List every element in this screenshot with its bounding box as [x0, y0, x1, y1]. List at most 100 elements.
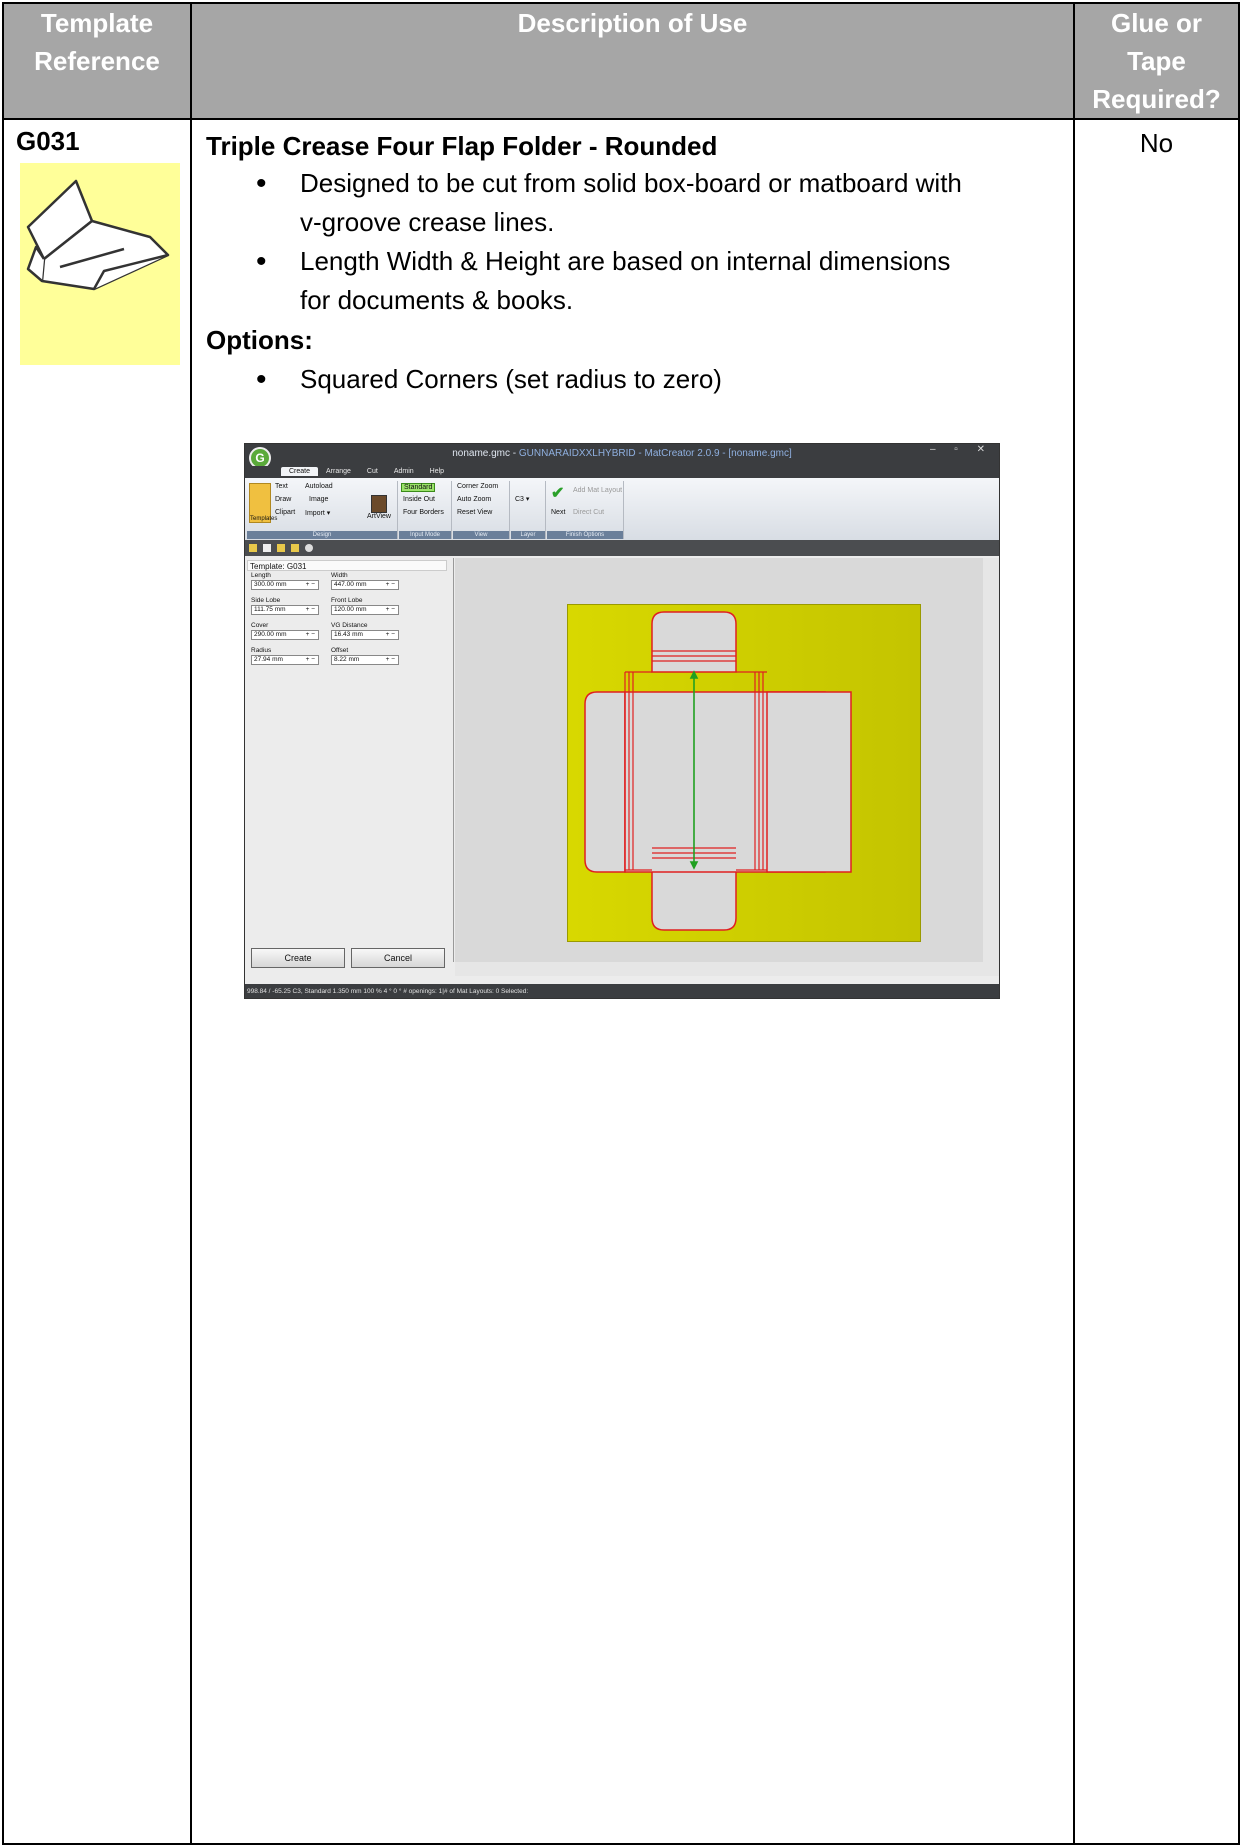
field-label: VG Distance	[331, 622, 368, 629]
front-lobe-input[interactable]: 120.00 mm + −	[331, 605, 399, 615]
glue-required-value: No	[1139, 128, 1174, 158]
corner-zoom-button[interactable]: Corner Zoom	[457, 483, 498, 490]
side-lobe-field: Side Lobe 111.75 mm + −	[251, 597, 319, 615]
vg-distance-input[interactable]: 16.43 mm + −	[331, 630, 399, 640]
cover-input[interactable]: 290.00 mm + −	[251, 630, 319, 640]
artview-icon[interactable]	[371, 495, 387, 513]
window-title-file: noname.gmc -	[452, 448, 519, 459]
import-button[interactable]: Import ▾	[305, 509, 330, 517]
header-row: Template Reference Description of Use Gl…	[2, 2, 1240, 120]
list-item: Length Width & Height are based on inter…	[256, 242, 1059, 320]
create-button[interactable]: Create	[251, 948, 345, 968]
stepper[interactable]: + −	[306, 606, 315, 614]
ribbon-group-label: View	[453, 531, 509, 539]
glue-cell: No	[1073, 118, 1240, 1845]
folder-layout-drawing[interactable]	[567, 604, 921, 942]
standard-button[interactable]: Standard	[401, 483, 436, 492]
field-label: Side Lobe	[251, 597, 281, 604]
options-list: Squared Corners (set radius to zero)	[206, 360, 1059, 399]
tool-icon[interactable]	[277, 544, 285, 552]
next-button[interactable]: Next	[551, 509, 565, 516]
ribbon-group-label: Finish Options	[547, 531, 623, 539]
cancel-button[interactable]: Cancel	[351, 948, 445, 968]
artview-button[interactable]: ArtView	[367, 513, 391, 520]
vertical-scrollbar[interactable]	[983, 558, 999, 962]
field-label: Radius	[251, 647, 272, 654]
menu-bar: Create Arrange Cut Admin Help	[245, 466, 999, 478]
stepper[interactable]: + −	[386, 656, 395, 664]
window-controls[interactable]: – ▫ ✕	[930, 444, 993, 455]
menu-arrange[interactable]: Arrange	[318, 467, 359, 476]
bullet-text: v-groove crease lines.	[300, 207, 555, 237]
checkmark-icon: ✔	[551, 485, 565, 502]
menu-help[interactable]: Help	[422, 467, 452, 476]
panel-title: Template: G031	[247, 560, 447, 571]
length-input[interactable]: 300.00 mm + −	[251, 580, 319, 590]
stepper[interactable]: + −	[306, 631, 315, 639]
field-value: 447.00 mm	[334, 581, 367, 588]
menu-admin[interactable]: Admin	[386, 467, 422, 476]
ribbon-group-label: Input Mode	[399, 531, 451, 539]
matcreator-screenshot: noname.gmc - GUNNARAIDXXLHYBRID - MatCre…	[244, 443, 1000, 999]
stepper[interactable]: + −	[306, 656, 315, 664]
description-cell: Triple Crease Four Flap Folder - Rounded…	[190, 118, 1075, 1845]
list-item: Squared Corners (set radius to zero)	[256, 360, 1059, 399]
cover-field: Cover 290.00 mm + −	[251, 622, 319, 640]
offset-field: Offset 8.22 mm + −	[331, 647, 399, 665]
auto-zoom-button[interactable]: Auto Zoom	[457, 496, 491, 503]
stepper[interactable]: + −	[386, 581, 395, 589]
tool-icon[interactable]	[305, 544, 313, 552]
header-line: Required?	[1092, 84, 1221, 114]
field-value: 111.75 mm	[254, 606, 286, 613]
bullet-text: for documents & books.	[300, 285, 574, 315]
tool-icon[interactable]	[291, 544, 299, 552]
stepper[interactable]: + −	[306, 581, 315, 589]
templates-button[interactable]: Templates	[249, 483, 277, 523]
tool-icon[interactable]	[249, 544, 257, 552]
template-reference: G031	[16, 126, 80, 156]
field-label: Offset	[331, 647, 349, 654]
offset-input[interactable]: 8.22 mm + −	[331, 655, 399, 665]
menu-cut[interactable]: Cut	[359, 467, 386, 476]
add-mat-layout-button[interactable]: Add Mat Layout	[573, 487, 622, 494]
template-table: Template Reference Description of Use Gl…	[2, 2, 1240, 1845]
header-glue: Glue or Tape Required?	[1073, 2, 1240, 120]
vg-distance-field: VG Distance 16.43 mm + −	[331, 622, 399, 640]
header-template-reference: Template Reference	[2, 2, 192, 120]
quick-toolbar	[245, 540, 999, 556]
tool-icon[interactable]	[263, 544, 271, 552]
radius-input[interactable]: 27.94 mm + −	[251, 655, 319, 665]
field-label: Width	[331, 572, 348, 579]
clipart-button[interactable]: Clipart	[275, 509, 295, 516]
ribbon-group-layer: C3 ▾ Layer	[511, 481, 546, 539]
side-lobe-input[interactable]: 111.75 mm + −	[251, 605, 319, 615]
template-title: Triple Crease Four Flap Folder - Rounded	[206, 131, 718, 161]
text-button[interactable]: Text	[275, 483, 288, 490]
layer-select[interactable]: C3 ▾	[515, 495, 529, 503]
image-button[interactable]: Image	[309, 496, 328, 503]
bullet-text: Length Width & Height are based on inter…	[300, 246, 951, 276]
horizontal-scrollbar[interactable]	[455, 962, 999, 976]
draw-button[interactable]: Draw	[275, 496, 291, 503]
stepper[interactable]: + −	[386, 606, 395, 614]
header-line: Glue or	[1110, 8, 1202, 38]
header-line: Reference	[34, 46, 160, 76]
header-description: Description of Use	[190, 2, 1075, 120]
window-title-app: GUNNARAIDXXLHYBRID - MatCreator 2.0.9 - …	[518, 448, 792, 459]
field-value: 300.00 mm	[254, 581, 287, 588]
field-label: Length	[251, 572, 271, 579]
front-lobe-field: Front Lobe 120.00 mm + −	[331, 597, 399, 615]
stepper[interactable]: + −	[386, 631, 395, 639]
field-label: Cover	[251, 622, 269, 629]
direct-cut-button[interactable]: Direct Cut	[573, 509, 604, 516]
inside-out-button[interactable]: Inside Out	[403, 496, 435, 503]
autoload-button[interactable]: Autoload	[305, 483, 333, 490]
status-bar: 998.84 / -65.25 C3, Standard 1.350 mm 10…	[245, 984, 999, 998]
ribbon-group-label: Layer	[511, 531, 545, 539]
ribbon-group-label: Design	[247, 531, 397, 539]
template-panel: Template: G031 Length 300.00 mm + − Width 4…	[245, 558, 454, 962]
reset-view-button[interactable]: Reset View	[457, 509, 492, 516]
menu-create[interactable]: Create	[281, 467, 319, 476]
four-borders-button[interactable]: Four Borders	[403, 509, 444, 516]
width-input[interactable]: 447.00 mm + −	[331, 580, 399, 590]
